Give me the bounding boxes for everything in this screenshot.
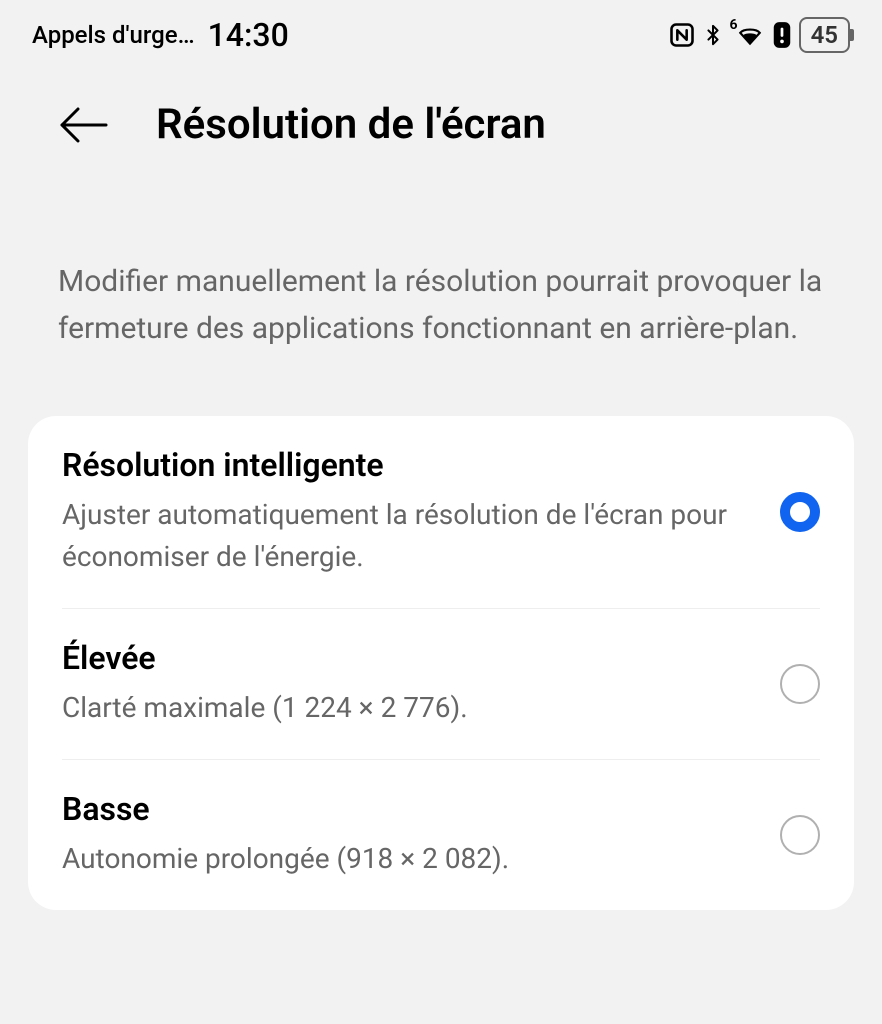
- status-left: Appels d'urge… 14:30: [32, 16, 289, 54]
- wifi-icon: 6: [730, 22, 765, 48]
- page-header: Résolution de l'écran: [0, 70, 882, 179]
- status-time: 14:30: [208, 16, 289, 54]
- status-right: 6 45: [668, 17, 850, 54]
- radio-selected-icon[interactable]: [780, 492, 820, 532]
- status-bar: Appels d'urge… 14:30 6: [0, 0, 882, 70]
- page-title: Résolution de l'écran: [156, 100, 546, 149]
- option-subtitle: Ajuster automatiquement la résolution de…: [62, 494, 760, 578]
- radio-unselected-icon[interactable]: [780, 815, 820, 855]
- alert-icon: [771, 20, 793, 50]
- page-description: Modifier manuellement la résolution pour…: [0, 179, 882, 402]
- back-arrow-icon[interactable]: [58, 105, 110, 145]
- option-subtitle: Clarté maximale (1 224 × 2 776).: [62, 687, 760, 729]
- option-subtitle: Autonomie prolongée (918 × 2 082).: [62, 838, 760, 880]
- option-title: Résolution intelligente: [62, 446, 760, 484]
- status-carrier-label: Appels d'urge…: [32, 21, 195, 49]
- option-title: Élevée: [62, 639, 760, 677]
- option-title: Basse: [62, 790, 760, 828]
- option-high-resolution[interactable]: Élevée Clarté maximale (1 224 × 2 776).: [62, 609, 820, 760]
- nfc-icon: [668, 21, 696, 49]
- option-low-resolution[interactable]: Basse Autonomie prolongée (918 × 2 082).: [62, 760, 820, 910]
- option-smart-resolution[interactable]: Résolution intelligente Ajuster automati…: [62, 416, 820, 609]
- options-card: Résolution intelligente Ajuster automati…: [28, 416, 854, 910]
- battery-indicator: 45: [799, 17, 850, 54]
- radio-unselected-icon[interactable]: [780, 664, 820, 704]
- bluetooth-icon: [702, 21, 724, 49]
